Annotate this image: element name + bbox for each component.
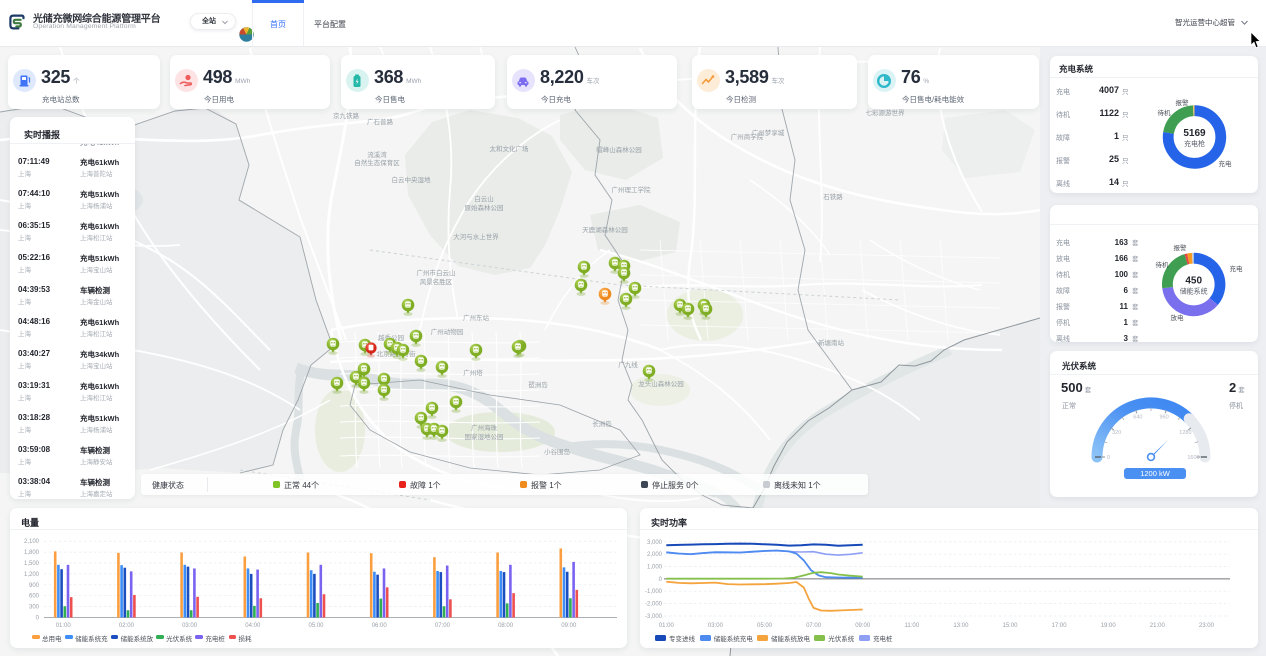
svg-text:白云中央湿地: 白云中央湿地 bbox=[392, 175, 432, 184]
svg-text:3,000: 3,000 bbox=[647, 540, 663, 546]
svg-text:充电: 充电 bbox=[1230, 264, 1244, 273]
svg-text:新塘南站: 新塘南站 bbox=[818, 338, 845, 347]
svg-text:900: 900 bbox=[29, 583, 40, 589]
svg-text:19:00: 19:00 bbox=[1101, 623, 1117, 629]
svg-text:广州梦享城: 广州梦享城 bbox=[752, 128, 785, 137]
svg-text:报警: 报警 bbox=[1176, 98, 1190, 107]
svg-text:长洲岛: 长洲岛 bbox=[592, 419, 612, 428]
svg-text:1,200: 1,200 bbox=[24, 572, 40, 578]
svg-text:06:00: 06:00 bbox=[372, 623, 388, 629]
svg-text:天鹿湖森林公园: 天鹿湖森林公园 bbox=[582, 225, 628, 234]
svg-text:风景名胜区: 风景名胜区 bbox=[420, 277, 453, 286]
svg-text:02:00: 02:00 bbox=[119, 623, 135, 629]
svg-text:放电: 放电 bbox=[1171, 313, 1185, 322]
svg-text:300: 300 bbox=[29, 605, 40, 611]
svg-text:08:00: 08:00 bbox=[498, 623, 514, 629]
svg-text:大河与水上世界: 大河与水上世界 bbox=[453, 232, 499, 241]
svg-text:23:00: 23:00 bbox=[1199, 623, 1215, 629]
svg-text:1280: 1280 bbox=[1179, 430, 1191, 436]
svg-text:-1,000: -1,000 bbox=[645, 589, 663, 595]
svg-text:320: 320 bbox=[1112, 430, 1121, 436]
svg-text:1600: 1600 bbox=[1187, 455, 1199, 461]
svg-text:广州海珠: 广州海珠 bbox=[471, 423, 498, 432]
svg-text:13:00: 13:00 bbox=[953, 623, 969, 629]
svg-text:0: 0 bbox=[36, 616, 40, 622]
svg-text:0: 0 bbox=[659, 577, 663, 583]
svg-text:广石普路: 广石普路 bbox=[367, 117, 394, 126]
svg-text:原始森林公园: 原始森林公园 bbox=[465, 203, 504, 212]
svg-text:03:00: 03:00 bbox=[708, 623, 724, 629]
svg-text:流溪湾: 流溪湾 bbox=[367, 150, 387, 159]
svg-text:15:00: 15:00 bbox=[1002, 623, 1018, 629]
svg-text:七彩源游世界: 七彩源游世界 bbox=[866, 108, 906, 117]
svg-text:01:00: 01:00 bbox=[659, 623, 675, 629]
svg-text:09:00: 09:00 bbox=[855, 623, 871, 629]
svg-text:充电: 充电 bbox=[1219, 159, 1233, 168]
svg-text:05:00: 05:00 bbox=[757, 623, 773, 629]
svg-text:01:00: 01:00 bbox=[56, 623, 72, 629]
svg-text:07:00: 07:00 bbox=[435, 623, 451, 629]
svg-text:待机: 待机 bbox=[1158, 108, 1172, 117]
svg-text:04:00: 04:00 bbox=[245, 623, 261, 629]
svg-text:600: 600 bbox=[29, 594, 40, 600]
svg-text:待机: 待机 bbox=[1156, 260, 1170, 269]
svg-text:2,100: 2,100 bbox=[24, 539, 40, 545]
svg-text:09:00: 09:00 bbox=[561, 623, 577, 629]
svg-text:白云山: 白云山 bbox=[474, 194, 494, 203]
svg-text:1,000: 1,000 bbox=[647, 565, 663, 571]
svg-text:广州动物园: 广州动物园 bbox=[431, 327, 464, 336]
svg-text:05:00: 05:00 bbox=[308, 623, 324, 629]
svg-text:琶洲岛: 琶洲岛 bbox=[528, 380, 548, 389]
svg-text:广州理工学院: 广州理工学院 bbox=[612, 185, 652, 194]
svg-text:充电枪: 充电枪 bbox=[1184, 139, 1205, 148]
svg-text:-3,000: -3,000 bbox=[645, 614, 663, 620]
svg-text:03:00: 03:00 bbox=[182, 623, 198, 629]
svg-text:储能系统: 储能系统 bbox=[1180, 287, 1208, 296]
svg-text:1,800: 1,800 bbox=[24, 550, 40, 556]
svg-text:自然生态保育区: 自然生态保育区 bbox=[354, 158, 400, 167]
svg-text:640: 640 bbox=[1133, 415, 1142, 421]
svg-text:21:00: 21:00 bbox=[1150, 623, 1166, 629]
svg-text:广九线: 广九线 bbox=[618, 360, 638, 369]
svg-text:报警: 报警 bbox=[1174, 243, 1188, 252]
svg-text:11:00: 11:00 bbox=[905, 623, 920, 629]
svg-text:国家湿地公园: 国家湿地公园 bbox=[465, 432, 504, 441]
svg-text:5169: 5169 bbox=[1183, 128, 1206, 139]
svg-text:广州市白云山: 广州市白云山 bbox=[417, 268, 456, 277]
svg-text:京九铁路: 京九铁路 bbox=[333, 111, 360, 120]
svg-text:17:00: 17:00 bbox=[1052, 623, 1068, 629]
svg-text:石铁路: 石铁路 bbox=[823, 192, 843, 201]
svg-text:960: 960 bbox=[1160, 415, 1169, 421]
svg-text:-2,000: -2,000 bbox=[645, 602, 663, 608]
svg-text:帽峰山森林公园: 帽峰山森林公园 bbox=[596, 145, 642, 154]
svg-text:0: 0 bbox=[1107, 455, 1110, 461]
svg-text:广州东站: 广州东站 bbox=[463, 313, 490, 322]
svg-text:1,500: 1,500 bbox=[24, 561, 40, 567]
svg-text:450: 450 bbox=[1185, 276, 1202, 287]
svg-text:小谷围岛: 小谷围岛 bbox=[544, 447, 570, 456]
svg-text:07:00: 07:00 bbox=[806, 623, 822, 629]
svg-text:太和文化广场: 太和文化广场 bbox=[490, 144, 530, 153]
svg-text:广州塔: 广州塔 bbox=[463, 368, 483, 377]
svg-text:2,000: 2,000 bbox=[647, 552, 663, 558]
